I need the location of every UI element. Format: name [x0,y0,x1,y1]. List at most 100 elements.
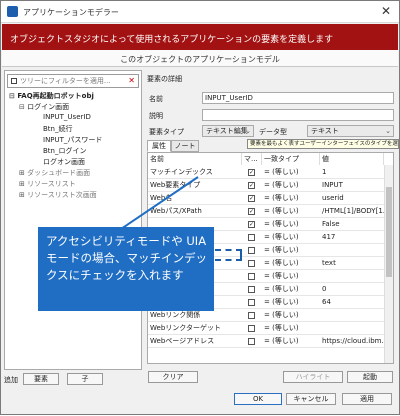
description-label: 説明 [149,112,163,120]
attribute-value-cell[interactable]: https://cloud.ibm... [320,335,384,348]
match-type-cell[interactable]: = (等しい) [262,179,320,192]
element-type-tooltip: 要素を最もよく表すユーザーインターフェイスのタイプを選 [247,139,399,149]
attribute-value-cell[interactable]: 1 [320,166,384,179]
element-type-select[interactable]: テキスト編集 ⌄ [202,125,254,137]
details-section-label: 要素の詳細 [147,75,182,83]
tree-item-root[interactable]: ⊟ FAQ再起動ロボットobj [9,91,94,101]
col-header-match[interactable]: マ... [242,153,262,165]
data-type-select[interactable]: テキスト ⌄ [307,125,394,137]
match-checkbox[interactable] [248,312,255,319]
clear-filter-icon[interactable]: ✕ [128,76,135,85]
tree-item-resource-list[interactable]: ⊞ リソースリスト [19,179,76,189]
match-checkbox[interactable]: ✓ [248,182,255,189]
attribute-value-cell[interactable]: 64 [320,296,384,309]
tab-attributes[interactable]: 属性 [147,140,171,152]
table-row[interactable]: Web要素タイプ ✓ = (等しい) INPUT [148,179,384,192]
add-element-button[interactable]: 要素 [23,373,59,385]
highlight-button[interactable]: ハイライト [283,371,343,383]
match-type-cell[interactable]: = (等しい) [262,205,320,218]
match-type-cell[interactable]: = (等しい) [262,309,320,322]
tree-item-input-userid[interactable]: INPUT_UserID [43,113,91,121]
tree-item-label: ダッシュボード画面 [27,169,91,177]
match-type-cell[interactable]: = (等しい) [262,335,320,348]
match-checkbox[interactable]: ✓ [248,221,255,228]
attribute-value-cell[interactable]: /HTML[1]/BODY[1... [320,205,384,218]
attribute-value-cell[interactable]: INPUT [320,179,384,192]
table-row[interactable]: Web名 ✓ = (等しい) userid [148,192,384,205]
match-checkbox[interactable]: ✓ [248,169,255,176]
attribute-value-cell[interactable]: text [320,257,384,270]
match-checkbox[interactable]: ✓ [248,195,255,202]
name-label: 名前 [149,95,163,103]
match-type-cell[interactable]: = (等しい) [262,244,320,257]
attribute-value-cell[interactable]: 0 [320,283,384,296]
add-child-button[interactable]: 子 [67,373,103,385]
table-row[interactable]: マッチインデックス ✓ = (等しい) 1 [148,166,384,179]
launch-button[interactable]: 起動 [347,371,393,383]
table-row[interactable]: Webページアドレス = (等しい) https://cloud.ibm... [148,335,384,348]
attribute-value-cell[interactable] [320,322,384,335]
tree-item-btn-continue[interactable]: Btn_続行 [43,124,72,134]
match-checkbox[interactable] [248,325,255,332]
match-checkbox[interactable] [248,247,255,254]
expand-icon[interactable]: ⊞ [19,191,25,199]
match-type-cell[interactable]: = (等しい) [262,283,320,296]
match-checkbox[interactable]: ✓ [248,208,255,215]
collapse-icon[interactable]: ⊟ [19,103,25,111]
attribute-name-cell: Webパス/XPath [150,207,202,215]
ok-button[interactable]: OK [234,393,282,405]
match-type-cell[interactable]: = (等しい) [262,270,320,283]
match-type-cell[interactable]: = (等しい) [262,322,320,335]
attribute-value-cell[interactable]: userid [320,192,384,205]
match-checkbox[interactable] [248,299,255,306]
tree-item-label: ログイン画面 [27,103,70,111]
match-checkbox[interactable] [248,338,255,345]
table-row[interactable]: Webパス/XPath ✓ = (等しい)/HTML[1]/BODY[1... [148,205,384,218]
col-header-value[interactable]: 値 [320,153,384,165]
expand-icon[interactable]: ⊞ [19,180,25,188]
chevron-down-icon: ⌄ [245,127,251,135]
tree-item-login-screen[interactable]: ⊟ ログイン画面 [19,102,69,112]
apply-button[interactable]: 適用 [342,393,392,405]
match-checkbox[interactable] [248,286,255,293]
attribute-value-cell[interactable] [320,270,384,283]
collapse-icon[interactable]: ⊟ [9,92,15,100]
match-type-cell[interactable]: = (等しい) [262,192,320,205]
close-icon[interactable]: ✕ [381,4,391,18]
attribute-value-cell[interactable]: 417 [320,231,384,244]
grid-scrollbar[interactable] [384,165,393,363]
tree-item-btn-login[interactable]: Btn_ログイン [43,146,86,156]
tree-item-input-password[interactable]: INPUT_パスワード [43,135,102,145]
match-checkbox[interactable] [248,273,255,280]
match-checkbox[interactable] [248,234,255,241]
match-type-cell[interactable]: = (等しい) [262,257,320,270]
element-details-panel: 要素の詳細 名前 INPUT_UserID 説明 要素タイプ テキスト編集 ⌄ … [144,70,399,368]
tree-filter[interactable]: ✕ [7,74,139,88]
description-field[interactable] [202,109,394,121]
match-type-cell[interactable]: = (等しい) [262,296,320,309]
banner-text: オブジェクトスタジオによって使用されるアプリケーションの要素を定義します [10,35,334,45]
table-row[interactable]: Webリンクターゲット = (等しい) [148,322,384,335]
col-header-match-type[interactable]: 一致タイプ [262,153,320,165]
name-field[interactable]: INPUT_UserID [202,92,394,104]
col-header-name[interactable]: 名前 [148,153,242,165]
match-checkbox[interactable] [248,260,255,267]
callout-box: アクセシビリティモードや UIA モードの場合、マッチインデックスにチェックを入… [38,227,214,311]
application-modeller-window: アプリケーションモデラー ✕ オブジェクトスタジオによって使用されるアプリケーシ… [0,0,400,415]
match-type-cell[interactable]: = (等しい) [262,218,320,231]
tree-item-resource-list-next[interactable]: ⊞ リソースリスト次画面 [19,190,97,200]
tab-notes[interactable]: ノート [171,140,199,152]
attribute-value-cell[interactable] [320,309,384,322]
match-type-cell[interactable]: = (等しい) [262,166,320,179]
tree-item-dashboard[interactable]: ⊞ ダッシュボード画面 [19,168,90,178]
clear-button[interactable]: クリア [148,371,198,383]
tree-item-logon-screen[interactable]: ログオン画面 [43,157,85,167]
cancel-button[interactable]: キャンセル [286,393,336,405]
expand-icon[interactable]: ⊞ [19,169,25,177]
scrollbar-thumb[interactable] [386,187,392,277]
tree-item-label: INPUT_パスワード [43,136,103,144]
match-type-cell[interactable]: = (等しい) [262,231,320,244]
attribute-value-cell[interactable]: False [320,218,384,231]
tree-filter-input[interactable] [20,75,120,87]
attribute-value-cell[interactable] [320,244,384,257]
